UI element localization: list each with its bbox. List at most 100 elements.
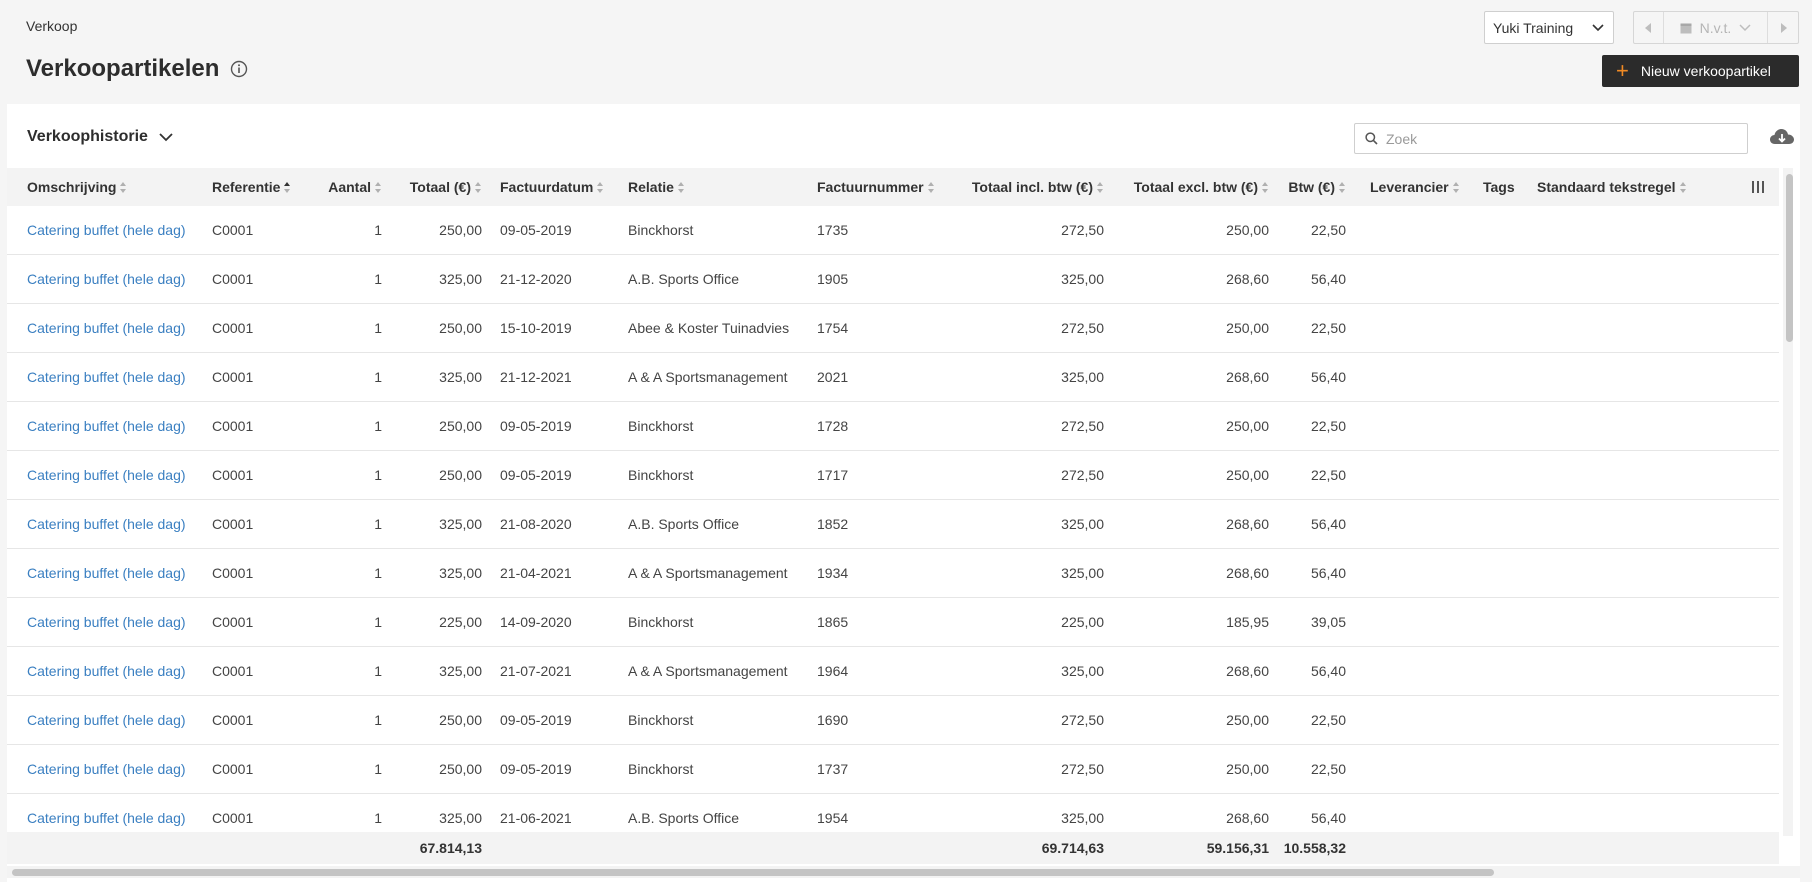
column-header-standaard-tekstregel[interactable]: Standaard tekstregel	[1537, 168, 1687, 206]
sales-items-panel: Verkoophistorie Omschrijving Referentie …	[7, 104, 1800, 882]
cell-totaal-incl-btw: 272,50	[1061, 712, 1104, 728]
cell-totaal: 325,00	[439, 369, 482, 385]
column-header-totaal-excl-btw[interactable]: Totaal excl. btw (€)	[1104, 168, 1269, 206]
cell-btw: 56,40	[1310, 663, 1346, 679]
cell-factuurnummer: 1735	[817, 222, 849, 238]
sort-icon	[375, 181, 382, 193]
cell-omschrijving[interactable]: Catering buffet (hele dag)	[27, 549, 186, 597]
cell-aantal: 1	[374, 369, 382, 385]
cell-factuurdatum: 14-09-2020	[500, 614, 572, 630]
cell-omschrijving[interactable]: Catering buffet (hele dag)	[27, 255, 186, 303]
column-header-referentie[interactable]: Referentie	[212, 168, 291, 206]
cell-btw: 22,50	[1310, 320, 1346, 336]
sales-history-toggle[interactable]: Verkoophistorie	[27, 128, 174, 146]
cell-totaal-excl-btw: 250,00	[1226, 761, 1269, 777]
cell-aantal: 1	[374, 418, 382, 434]
table-row[interactable]: Catering buffet (hele dag) C0001 1 325,00 21…	[7, 255, 1779, 304]
search-input[interactable]	[1386, 130, 1726, 147]
table-row[interactable]: Catering buffet (hele dag) C0001 1 225,00 14…	[7, 598, 1779, 647]
cell-aantal: 1	[374, 565, 382, 581]
cell-factuurnummer: 1905	[817, 271, 849, 287]
cell-relatie: Binckhorst	[628, 614, 694, 630]
column-header-factuurnummer[interactable]: Factuurnummer	[817, 168, 935, 206]
table-row[interactable]: Catering buffet (hele dag) C0001 1 250,00 09…	[7, 696, 1779, 745]
table-row[interactable]: Catering buffet (hele dag) C0001 1 250,00 09…	[7, 402, 1779, 451]
cell-totaal-excl-btw: 268,60	[1226, 271, 1269, 287]
info-icon[interactable]	[230, 60, 248, 78]
column-header-relatie[interactable]: Relatie	[628, 168, 685, 206]
cell-btw: 22,50	[1310, 467, 1346, 483]
administration-select-label: Yuki Training	[1493, 19, 1574, 36]
table-row[interactable]: Catering buffet (hele dag) C0001 1 325,00 21…	[7, 647, 1779, 696]
column-header-leverancier[interactable]: Leverancier	[1370, 168, 1460, 206]
cell-totaal-excl-btw: 268,60	[1226, 565, 1269, 581]
cell-factuurdatum: 21-04-2021	[500, 565, 572, 581]
cell-totaal-incl-btw: 325,00	[1061, 565, 1104, 581]
cloud-download-icon[interactable]	[1769, 126, 1795, 150]
cell-btw: 22,50	[1310, 418, 1346, 434]
cell-totaal-excl-btw: 250,00	[1226, 418, 1269, 434]
cell-totaal-incl-btw: 325,00	[1061, 810, 1104, 826]
column-header-totaal-incl-btw[interactable]: Totaal incl. btw (€)	[947, 168, 1104, 206]
new-sales-item-button[interactable]: + Nieuw verkoopartikel	[1602, 55, 1799, 87]
cell-referentie: C0001	[212, 761, 254, 777]
sort-ascending-icon	[284, 181, 291, 193]
cell-totaal-excl-btw: 250,00	[1226, 467, 1269, 483]
columns-icon[interactable]	[1752, 181, 1764, 193]
next-period-button[interactable]	[1768, 12, 1798, 43]
cell-omschrijving[interactable]: Catering buffet (hele dag)	[27, 745, 186, 793]
column-header-tags[interactable]: Tags	[1483, 168, 1515, 206]
cell-relatie: Binckhorst	[628, 418, 694, 434]
table-row[interactable]: Catering buffet (hele dag) C0001 1 325,00 21…	[7, 500, 1779, 549]
period-select[interactable]: N.v.t.	[1664, 12, 1768, 43]
cell-totaal-incl-btw: 225,00	[1061, 614, 1104, 630]
cell-omschrijving[interactable]: Catering buffet (hele dag)	[27, 500, 186, 548]
table-row[interactable]: Catering buffet (hele dag) C0001 1 250,00 09…	[7, 745, 1779, 794]
cell-referentie: C0001	[212, 222, 254, 238]
cell-relatie: A & A Sportsmanagement	[628, 663, 788, 679]
cell-referentie: C0001	[212, 565, 254, 581]
chevron-down-icon	[159, 133, 173, 142]
cell-omschrijving[interactable]: Catering buffet (hele dag)	[27, 402, 186, 450]
column-header-aantal[interactable]: Aantal	[297, 168, 382, 206]
table-row[interactable]: Catering buffet (hele dag) C0001 1 325,00 21…	[7, 549, 1779, 598]
horizontal-scrollbar-thumb[interactable]	[12, 869, 1494, 876]
cell-omschrijving[interactable]: Catering buffet (hele dag)	[27, 647, 186, 695]
cell-totaal-incl-btw: 325,00	[1061, 271, 1104, 287]
cell-totaal-incl-btw: 272,50	[1061, 320, 1104, 336]
table-row[interactable]: Catering buffet (hele dag) C0001 1 250,00 15…	[7, 304, 1779, 353]
total-incl-btw: 69.714,63	[1041, 840, 1104, 856]
table-row[interactable]: Catering buffet (hele dag) C0001 1 325,00 21…	[7, 353, 1779, 402]
cell-totaal: 325,00	[439, 663, 482, 679]
cell-omschrijving[interactable]: Catering buffet (hele dag)	[27, 206, 186, 254]
table-row[interactable]: Catering buffet (hele dag) C0001 1 250,00 09…	[7, 451, 1779, 500]
cell-factuurnummer: 2021	[817, 369, 849, 385]
column-header-btw[interactable]: Btw (€)	[1269, 168, 1346, 206]
cell-referentie: C0001	[212, 418, 254, 434]
cell-totaal-excl-btw: 268,60	[1226, 810, 1269, 826]
column-header-factuurdatum[interactable]: Factuurdatum	[500, 168, 604, 206]
administration-select[interactable]: Yuki Training	[1484, 11, 1614, 44]
column-header-totaal[interactable]: Totaal (€)	[382, 168, 482, 206]
calendar-icon	[1680, 23, 1692, 33]
cell-btw: 56,40	[1310, 565, 1346, 581]
vertical-scrollbar-thumb[interactable]	[1786, 174, 1793, 342]
cell-omschrijving[interactable]: Catering buffet (hele dag)	[27, 794, 186, 836]
sort-icon	[597, 181, 604, 193]
cell-factuurnummer: 1954	[817, 810, 849, 826]
column-header-omschrijving[interactable]: Omschrijving	[27, 168, 127, 206]
cell-omschrijving[interactable]: Catering buffet (hele dag)	[27, 696, 186, 744]
table-row[interactable]: Catering buffet (hele dag) C0001 1 250,00 09…	[7, 206, 1779, 255]
cell-referentie: C0001	[212, 320, 254, 336]
sort-icon	[1452, 181, 1460, 193]
cell-omschrijving[interactable]: Catering buffet (hele dag)	[27, 598, 186, 646]
cell-omschrijving[interactable]: Catering buffet (hele dag)	[27, 304, 186, 352]
cell-omschrijving[interactable]: Catering buffet (hele dag)	[27, 353, 186, 401]
cell-totaal-excl-btw: 185,95	[1226, 614, 1269, 630]
cell-totaal: 250,00	[439, 712, 482, 728]
cell-totaal-incl-btw: 272,50	[1061, 418, 1104, 434]
cell-omschrijving[interactable]: Catering buffet (hele dag)	[27, 451, 186, 499]
previous-period-button[interactable]	[1634, 12, 1664, 43]
cell-referentie: C0001	[212, 369, 254, 385]
table-row[interactable]: Catering buffet (hele dag) C0001 1 325,00 21…	[7, 794, 1779, 836]
